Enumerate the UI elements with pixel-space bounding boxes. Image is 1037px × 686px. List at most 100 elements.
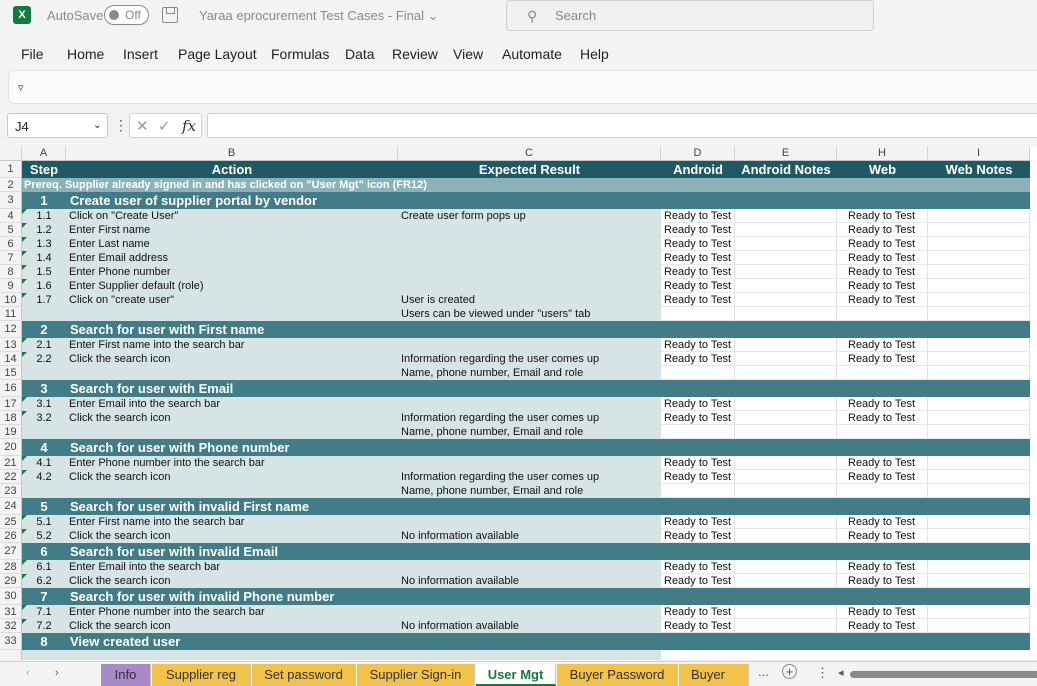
grid-cell[interactable] (928, 209, 1030, 223)
grid-cell[interactable] (928, 223, 1030, 237)
menu-data[interactable]: Data (345, 46, 375, 62)
grid-cell[interactable] (735, 574, 837, 588)
menu-help[interactable]: Help (580, 46, 609, 62)
grid-cell[interactable] (735, 619, 837, 633)
insert-function-icon[interactable]: fx (182, 117, 196, 135)
grid-cell[interactable] (928, 265, 1030, 279)
android-status[interactable]: Ready to Test (664, 352, 734, 366)
expected-result[interactable]: Name, phone number, Email and role (401, 425, 659, 439)
grid-cell[interactable] (735, 411, 837, 425)
android-status[interactable]: Ready to Test (664, 223, 734, 237)
android-status[interactable]: Ready to Test (664, 265, 734, 279)
expected-result[interactable] (401, 605, 659, 619)
grid-cell[interactable] (928, 307, 1030, 321)
row-header[interactable]: 28 (0, 560, 22, 574)
step-action[interactable]: Enter First name (69, 223, 397, 237)
row-header[interactable]: 16 (0, 380, 22, 397)
step-action[interactable]: Click on "Create User" (69, 209, 397, 223)
grid-cell[interactable] (928, 366, 1030, 380)
cancel-icon[interactable]: ✕ (136, 117, 149, 135)
grid-cell[interactable] (735, 456, 837, 470)
row-header[interactable]: 20 (0, 439, 22, 456)
expected-result[interactable]: Name, phone number, Email and role (401, 484, 659, 498)
grid-cell[interactable] (928, 529, 1030, 543)
grid-cell[interactable] (735, 605, 837, 619)
step-action[interactable]: Enter First name into the search bar (69, 338, 397, 352)
column-header-b[interactable]: B (66, 146, 398, 161)
web-status[interactable]: Ready to Test (848, 237, 928, 251)
search-input[interactable]: ⚲ Search (506, 0, 874, 31)
grid-cell[interactable] (735, 237, 837, 251)
document-title[interactable]: Yaraa eprocurement Test Cases - Final ⌄ (199, 8, 439, 24)
step-action[interactable]: Enter Phone number into the search bar (69, 605, 397, 619)
grid-cell[interactable] (735, 425, 837, 439)
select-all-corner[interactable] (0, 146, 22, 161)
web-status[interactable]: Ready to Test (848, 352, 928, 366)
expected-result[interactable]: No information available (401, 574, 659, 588)
android-status[interactable]: Ready to Test (664, 560, 734, 574)
expected-result[interactable]: No information available (401, 619, 659, 633)
web-status[interactable] (848, 484, 928, 498)
menu-file[interactable]: File (21, 46, 44, 62)
formula-input[interactable] (207, 113, 1037, 138)
expected-result[interactable]: No information available (401, 529, 659, 543)
column-header-d[interactable]: D (661, 146, 735, 161)
menu-automate[interactable]: Automate (502, 46, 562, 62)
sheets-overflow[interactable]: ... (758, 664, 769, 679)
android-status[interactable]: Ready to Test (664, 456, 734, 470)
grid-cell[interactable] (735, 293, 837, 307)
web-status[interactable]: Ready to Test (848, 411, 928, 425)
web-status[interactable]: Ready to Test (848, 470, 928, 484)
web-status[interactable]: Ready to Test (848, 574, 928, 588)
expected-result[interactable] (401, 397, 659, 411)
expected-result[interactable] (401, 279, 659, 293)
row-header[interactable]: 33 (0, 633, 22, 650)
grid-cell[interactable] (928, 456, 1030, 470)
web-status[interactable] (848, 366, 928, 380)
menu-insert[interactable]: Insert (123, 46, 158, 62)
android-status[interactable]: Ready to Test (664, 529, 734, 543)
row-header[interactable]: 32 (0, 619, 22, 633)
column-header-c[interactable]: C (398, 146, 661, 161)
android-status[interactable]: Ready to Test (664, 237, 734, 251)
grid-cell[interactable] (928, 293, 1030, 307)
android-status[interactable] (664, 366, 734, 380)
grid-cell[interactable] (735, 529, 837, 543)
expected-result[interactable] (401, 251, 659, 265)
prev-sheet-icon[interactable]: ‹ (26, 667, 30, 679)
step-action[interactable]: Enter Email into the search bar (69, 397, 397, 411)
next-sheet-icon[interactable]: › (55, 667, 59, 679)
expected-result[interactable]: Users can be viewed under "users" tab (401, 307, 659, 321)
android-status[interactable]: Ready to Test (664, 293, 734, 307)
web-status[interactable] (848, 425, 928, 439)
row-header[interactable]: 30 (0, 588, 22, 605)
ribbon-expand-icon[interactable]: ▿ (18, 81, 24, 94)
step-action[interactable]: Click the search icon (69, 352, 397, 366)
column-header-i[interactable]: I (928, 146, 1030, 161)
step-action[interactable]: Click the search icon (69, 529, 397, 543)
sheet-tab-buyer-sign[interactable]: Buyer Sign (679, 664, 749, 686)
grid-cell[interactable] (735, 251, 837, 265)
confirm-icon[interactable]: ✓ (158, 117, 171, 135)
web-status[interactable]: Ready to Test (848, 529, 928, 543)
web-status[interactable]: Ready to Test (848, 209, 928, 223)
web-status[interactable] (848, 307, 928, 321)
grid-cell[interactable] (735, 366, 837, 380)
menu-page-layout[interactable]: Page Layout (178, 46, 257, 62)
grid-cell[interactable] (928, 574, 1030, 588)
row-header[interactable]: 25 (0, 515, 22, 529)
row-header[interactable]: 17 (0, 397, 22, 411)
web-status[interactable]: Ready to Test (848, 279, 928, 293)
step-action[interactable] (69, 366, 397, 380)
step-action[interactable]: Enter First name into the search bar (69, 515, 397, 529)
grid-cell[interactable] (928, 619, 1030, 633)
scrollbar-thumb[interactable] (850, 671, 1037, 678)
grid-cell[interactable] (735, 352, 837, 366)
row-header[interactable]: 22 (0, 470, 22, 484)
row-header[interactable]: 8 (0, 265, 22, 279)
menu-home[interactable]: Home (67, 46, 104, 62)
row-header[interactable]: 6 (0, 237, 22, 251)
web-status[interactable]: Ready to Test (848, 560, 928, 574)
android-status[interactable] (664, 484, 734, 498)
row-header[interactable]: 19 (0, 425, 22, 439)
